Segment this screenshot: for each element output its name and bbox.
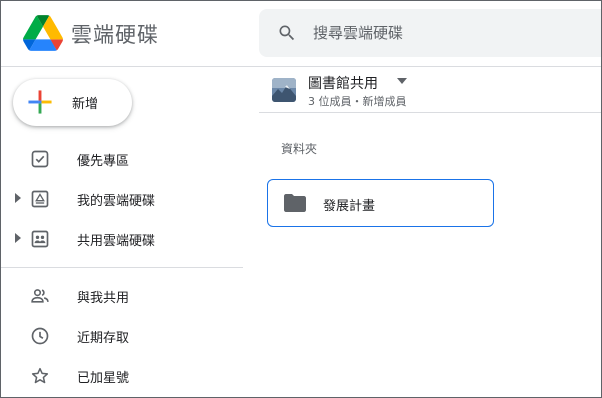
sidebar-item-label: 與我共用 <box>77 291 130 306</box>
folder-card[interactable]: 發展計畫 <box>267 179 494 227</box>
drive-title[interactable]: 圖書館共用 <box>308 73 378 93</box>
new-button-label: 新增 <box>72 97 99 112</box>
sidebar-item-shared-with-me[interactable]: 與我共用 <box>1 276 243 316</box>
drive-window: 雲端硬碟 新增 優先專區 <box>0 0 602 398</box>
sidebar-item-label: 優先專區 <box>77 154 130 169</box>
sidebar-item-recent[interactable]: 近期存取 <box>1 316 243 356</box>
sidebar-item-starred[interactable]: 已加星號 <box>1 356 243 396</box>
folder-icon <box>284 194 306 212</box>
search-bar[interactable] <box>259 9 601 57</box>
sidebar-item-label: 近期存取 <box>77 331 130 346</box>
folders-section-label: 資料夾 <box>281 142 318 156</box>
drive-header: 圖書館共用 3 位成員・新增成員 <box>259 68 601 113</box>
star-icon <box>31 367 49 384</box>
sidebar-item-label: 共用雲端硬碟 <box>77 234 156 249</box>
sidebar-item-label: 我的雲端硬碟 <box>77 194 156 209</box>
shared-drives-icon <box>31 230 49 248</box>
drive-logo-icon[interactable] <box>23 15 63 51</box>
drive-members-info[interactable]: 3 位成員・新增成員 <box>308 93 407 109</box>
clock-icon <box>31 327 49 345</box>
sidebar-item-label: 已加星號 <box>77 371 130 386</box>
top-bar: 雲端硬碟 <box>1 1 601 67</box>
dropdown-icon[interactable] <box>396 77 408 85</box>
search-input[interactable] <box>313 21 593 45</box>
main-content: 圖書館共用 3 位成員・新增成員 資料夾 發展計畫 <box>259 68 601 397</box>
drive-thumbnail <box>272 78 296 102</box>
people-icon <box>31 289 49 303</box>
caret-right-icon[interactable] <box>14 233 22 243</box>
search-icon[interactable] <box>277 23 297 43</box>
caret-right-icon[interactable] <box>14 193 22 203</box>
sidebar-item-priority[interactable]: 優先專區 <box>1 139 243 179</box>
sidebar-divider <box>1 267 243 268</box>
plus-icon <box>28 90 52 114</box>
sidebar-item-shared-drives[interactable]: 共用雲端硬碟 <box>1 219 243 259</box>
folder-name: 發展計畫 <box>323 199 376 214</box>
my-drive-icon <box>31 190 49 208</box>
new-button[interactable]: 新增 <box>13 79 132 126</box>
app-title: 雲端硬碟 <box>71 23 159 47</box>
priority-icon <box>31 150 49 168</box>
sidebar: 新增 優先專區 我的雲端硬碟 共用雲端硬碟 與我共用 近期存取 已加星號 <box>1 68 243 397</box>
sidebar-item-my-drive[interactable]: 我的雲端硬碟 <box>1 179 243 219</box>
